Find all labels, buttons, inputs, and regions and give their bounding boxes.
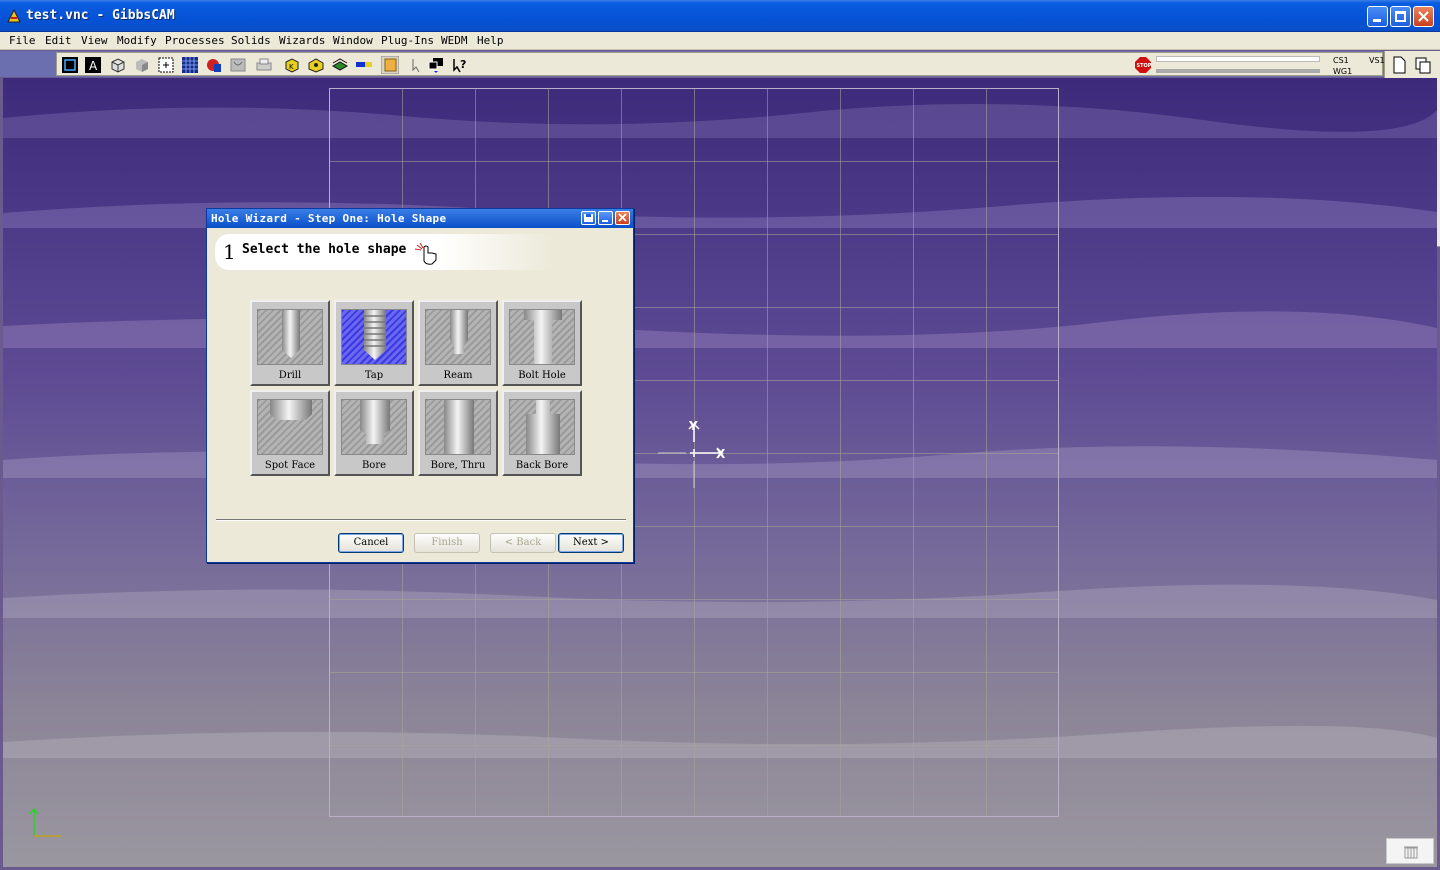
- vs-label: VS1: [1369, 56, 1385, 65]
- shaded-solid-icon[interactable]: [133, 56, 151, 74]
- menu-wedm[interactable]: WEDM: [441, 34, 468, 47]
- pointer-icon[interactable]: [407, 56, 425, 74]
- y-axis-label: Y: [688, 419, 698, 433]
- layers-icon[interactable]: [381, 56, 399, 74]
- shape-label: Spot Face: [264, 460, 316, 471]
- print-icon[interactable]: [255, 56, 273, 74]
- menu-file[interactable]: File: [9, 34, 36, 47]
- shape-label: Bolt Hole: [518, 370, 566, 381]
- new-document-icon[interactable]: [1390, 56, 1408, 74]
- dialog-save-button[interactable]: [581, 211, 596, 225]
- step-header-fade: [437, 234, 633, 270]
- shape-label: Back Bore: [515, 460, 569, 471]
- step-number: 1: [223, 240, 236, 264]
- dialog-separator: [216, 519, 626, 521]
- shape-label: Bore, Thru: [430, 460, 486, 471]
- minimize-icon: [602, 220, 608, 222]
- close-icon: [1418, 11, 1429, 22]
- menu-solids[interactable]: Solids: [231, 34, 271, 47]
- trash-can[interactable]: [1386, 838, 1434, 864]
- solid-box-icon[interactable]: K: [283, 56, 301, 74]
- shape-drill-button[interactable]: Drill: [250, 300, 330, 386]
- shading-icon[interactable]: [229, 56, 247, 74]
- dialog-titlebar: Hole Wizard - Step One: Hole Shape: [207, 209, 633, 228]
- bore-shape-image: [341, 399, 407, 455]
- origin-axes-icon: Y X: [658, 419, 726, 488]
- bolt-hole-shape-image: [509, 309, 575, 365]
- step-instruction: Select the hole shape: [242, 242, 407, 257]
- wg-label: WG1: [1333, 67, 1353, 76]
- coordinate-indicator-icon: [29, 807, 62, 837]
- shape-ream-button[interactable]: Ream: [418, 300, 498, 386]
- progress-bar-secondary: [1156, 69, 1320, 73]
- progress-bar: [1156, 56, 1320, 62]
- trash-icon: [1404, 846, 1418, 859]
- close-icon: [618, 213, 627, 222]
- shape-tap-button[interactable]: Tap: [334, 300, 414, 386]
- copy-document-icon[interactable]: [1414, 56, 1432, 74]
- spot-face-shape-image: [257, 399, 323, 455]
- menu-wizards[interactable]: Wizards: [279, 34, 325, 47]
- hole-wizard-dialog: Hole Wizard - Step One: Hole Shape 1 Sel…: [206, 208, 634, 563]
- back-button[interactable]: < Back: [490, 533, 556, 553]
- svg-text:STOP: STOP: [1137, 63, 1152, 69]
- cs-label: CS1: [1333, 56, 1349, 65]
- menu-plugins[interactable]: Plug-Ins: [381, 34, 434, 47]
- tool-bar-icon[interactable]: [355, 56, 373, 74]
- svg-text:K: K: [289, 63, 294, 71]
- menu-bar: File Edit View Modify Processes Solids W…: [0, 32, 1440, 50]
- gibbscam-app-icon: [7, 8, 21, 23]
- wizard-hand-icon: [414, 242, 437, 265]
- shape-bore-button[interactable]: Bore: [334, 390, 414, 476]
- close-button[interactable]: [1413, 6, 1434, 27]
- finish-button[interactable]: Finish: [414, 533, 480, 553]
- tap-shape-image: [341, 309, 407, 365]
- help-pointer-icon[interactable]: ?: [451, 56, 469, 74]
- drill-shape-image: [257, 309, 323, 365]
- surfaces-icon[interactable]: [331, 56, 349, 74]
- wireframe-view-icon[interactable]: [61, 56, 79, 74]
- menu-edit[interactable]: Edit: [45, 34, 72, 47]
- svg-text:?: ?: [460, 58, 466, 71]
- minimize-button[interactable]: [1367, 6, 1388, 27]
- menu-modify[interactable]: Modify: [117, 34, 157, 47]
- colors-icon[interactable]: [205, 56, 223, 74]
- bore-thru-shape-image: [425, 399, 491, 455]
- menu-processes[interactable]: Processes: [165, 34, 225, 47]
- next-button[interactable]: Next >: [558, 533, 624, 553]
- shape-label: Ream: [443, 370, 473, 381]
- svg-text:A: A: [89, 59, 98, 73]
- menu-window[interactable]: Window: [333, 34, 373, 47]
- grid-icon[interactable]: [181, 56, 199, 74]
- annotation-icon[interactable]: A: [84, 56, 102, 74]
- back-bore-shape-image: [509, 399, 575, 455]
- shape-label: Tap: [364, 370, 384, 381]
- maximize-button[interactable]: [1390, 6, 1411, 27]
- dialog-title: Hole Wizard - Step One: Hole Shape: [211, 212, 447, 225]
- window-title: test.vnc - GibbsCAM: [26, 8, 175, 23]
- select-mode-icon[interactable]: [427, 56, 445, 74]
- menu-view[interactable]: View: [81, 34, 108, 47]
- shape-label: Drill: [278, 370, 302, 381]
- save-icon: [584, 214, 593, 222]
- box-outline-icon[interactable]: [109, 56, 127, 74]
- dialog-minimize-button[interactable]: [598, 211, 613, 225]
- shape-spot-face-button[interactable]: Spot Face: [250, 390, 330, 476]
- shape-bore-thru-button[interactable]: Bore, Thru: [418, 390, 498, 476]
- shape-back-bore-button[interactable]: Back Bore: [502, 390, 582, 476]
- window-titlebar: test.vnc - GibbsCAM: [0, 0, 1440, 32]
- shape-bolt-hole-button[interactable]: Bolt Hole: [502, 300, 582, 386]
- stop-icon[interactable]: STOP: [1134, 56, 1152, 74]
- ream-shape-image: [425, 309, 491, 365]
- selection-box-icon[interactable]: [157, 56, 175, 74]
- shape-label: Bore: [361, 460, 387, 471]
- x-axis-label: X: [716, 447, 726, 461]
- solid-group-icon[interactable]: [307, 56, 325, 74]
- main-toolbar: A K ? STOP CS1 WG1 VS1: [56, 52, 1385, 76]
- cancel-button[interactable]: Cancel: [338, 533, 404, 553]
- dialog-close-button[interactable]: [615, 211, 630, 225]
- menu-help[interactable]: Help: [477, 34, 504, 47]
